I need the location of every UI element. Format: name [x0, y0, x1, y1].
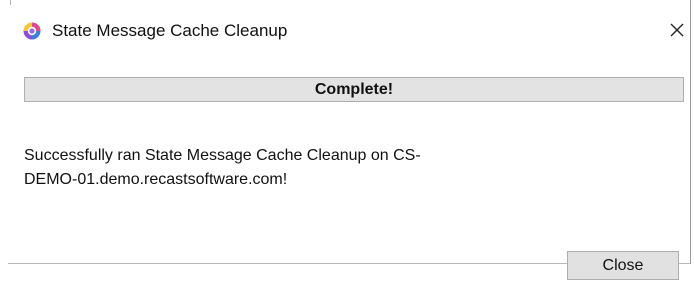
result-message: Successfully ran State Message Cache Cle…: [24, 144, 504, 192]
recast-app-icon: [23, 22, 41, 40]
result-message-line-1: Successfully ran State Message Cache Cle…: [24, 147, 421, 164]
dialog-window: State Message Cache Cleanup Complete! Su…: [0, 0, 694, 293]
window-edge: [10, 0, 11, 5]
status-banner: Complete!: [24, 77, 684, 102]
result-message-line-2: DEMO-01.demo.recastsoftware.com!: [24, 171, 288, 188]
window-title: State Message Cache Cleanup: [52, 21, 288, 40]
close-icon[interactable]: [663, 16, 691, 44]
close-button[interactable]: Close: [567, 251, 679, 280]
title-bar[interactable]: State Message Cache Cleanup: [12, 0, 690, 62]
